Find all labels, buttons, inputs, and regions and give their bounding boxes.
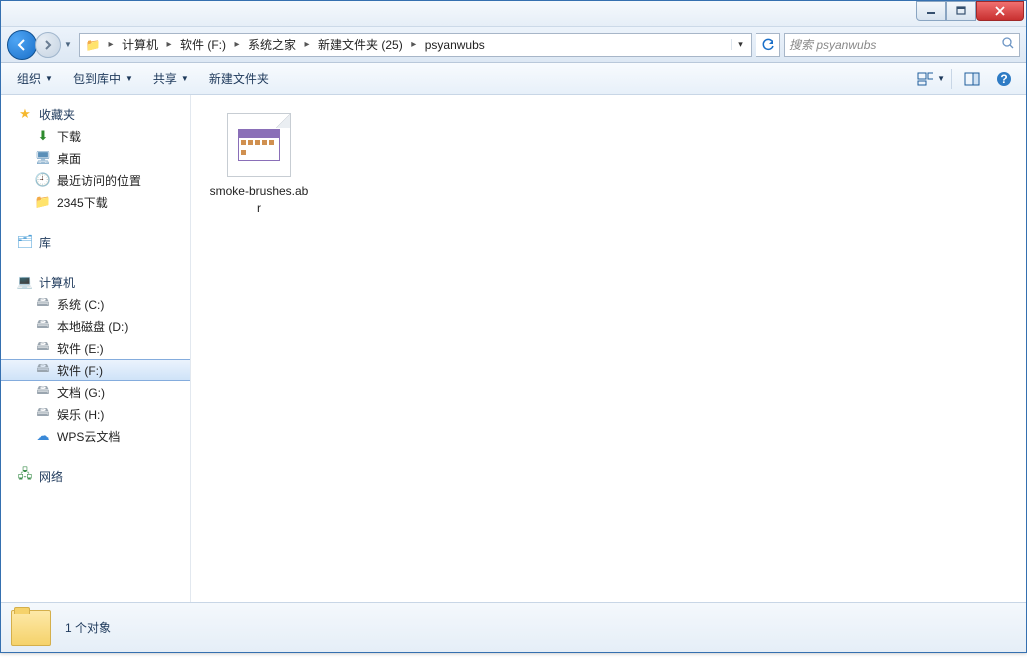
- breadcrumb-item[interactable]: 计算机: [118, 34, 162, 56]
- sidebar-item-desktop[interactable]: 🖥桌面: [1, 147, 190, 169]
- forward-button[interactable]: [35, 32, 61, 58]
- sidebar-item-drive-e[interactable]: 🖴软件 (E:): [1, 337, 190, 359]
- library-icon: 🗂: [17, 234, 33, 250]
- drive-icon: 🖴: [35, 340, 51, 356]
- download-icon: ⬇: [35, 128, 51, 144]
- chevron-right-icon[interactable]: ▸: [162, 39, 176, 50]
- drive-icon: 🖴: [35, 362, 51, 378]
- file-name: smoke-brushes.abr: [209, 183, 309, 217]
- file-icon: [227, 113, 291, 177]
- breadcrumb-item[interactable]: psyanwubs: [421, 34, 489, 56]
- cloud-icon: ☁: [35, 428, 51, 444]
- drive-icon: 🖴: [35, 384, 51, 400]
- file-list[interactable]: smoke-brushes.abr: [191, 95, 1026, 602]
- sidebar-item-drive-c[interactable]: 🖴系统 (C:): [1, 293, 190, 315]
- star-icon: ★: [17, 106, 33, 122]
- history-dropdown[interactable]: ▼: [61, 35, 75, 55]
- breadcrumb-item[interactable]: 新建文件夹 (25): [314, 34, 407, 56]
- view-options-button[interactable]: ▼: [917, 67, 945, 91]
- sidebar-network[interactable]: 🖧网络: [1, 465, 190, 487]
- close-button[interactable]: [976, 1, 1024, 21]
- new-folder-button[interactable]: 新建文件夹: [201, 67, 277, 91]
- sidebar-item-drive-f[interactable]: 🖴软件 (F:): [1, 359, 190, 381]
- breadcrumb[interactable]: 📁 ▸ 计算机 ▸ 软件 (F:) ▸ 系统之家 ▸ 新建文件夹 (25) ▸ …: [79, 33, 752, 57]
- back-button[interactable]: [7, 30, 37, 60]
- search-icon: [1001, 36, 1015, 53]
- search-input[interactable]: 搜索 psyanwubs: [784, 33, 1020, 57]
- refresh-button[interactable]: [756, 33, 780, 57]
- folder-icon: 📁: [35, 194, 51, 210]
- sidebar: ★收藏夹 ⬇下载 🖥桌面 🕘最近访问的位置 📁2345下载 🗂库 💻计算机 🖴系…: [1, 95, 191, 602]
- drive-icon: 🖴: [35, 296, 51, 312]
- status-bar: 1 个对象: [1, 602, 1026, 652]
- sidebar-item-drive-d[interactable]: 🖴本地磁盘 (D:): [1, 315, 190, 337]
- folder-icon: [11, 610, 51, 646]
- file-item[interactable]: smoke-brushes.abr: [209, 113, 309, 217]
- folder-icon: 📁: [84, 36, 102, 54]
- status-text: 1 个对象: [65, 619, 111, 636]
- network-icon: 🖧: [17, 468, 33, 484]
- toolbar: 组织▼ 包到库中▼ 共享▼ 新建文件夹 ▼ ?: [1, 63, 1026, 95]
- chevron-right-icon[interactable]: ▸: [300, 39, 314, 50]
- sidebar-item-2345[interactable]: 📁2345下载: [1, 191, 190, 213]
- svg-text:?: ?: [1000, 72, 1007, 86]
- drive-icon: 🖴: [35, 318, 51, 334]
- organize-button[interactable]: 组织▼: [9, 67, 61, 91]
- sidebar-item-downloads[interactable]: ⬇下载: [1, 125, 190, 147]
- help-button[interactable]: ?: [990, 67, 1018, 91]
- computer-icon: 💻: [17, 274, 33, 290]
- include-library-button[interactable]: 包到库中▼: [65, 67, 141, 91]
- maximize-button[interactable]: [946, 1, 976, 21]
- path-dropdown[interactable]: ▾: [731, 39, 749, 50]
- address-bar: ▼ 📁 ▸ 计算机 ▸ 软件 (F:) ▸ 系统之家 ▸ 新建文件夹 (25) …: [1, 27, 1026, 63]
- chevron-right-icon[interactable]: ▸: [407, 39, 421, 50]
- title-bar: [1, 1, 1026, 27]
- drive-icon: 🖴: [35, 406, 51, 422]
- preview-pane-button[interactable]: [958, 67, 986, 91]
- sidebar-libraries[interactable]: 🗂库: [1, 231, 190, 253]
- chevron-right-icon[interactable]: ▸: [104, 39, 118, 50]
- sidebar-item-recent[interactable]: 🕘最近访问的位置: [1, 169, 190, 191]
- sidebar-computer[interactable]: 💻计算机: [1, 271, 190, 293]
- sidebar-item-wps-cloud[interactable]: ☁WPS云文档: [1, 425, 190, 447]
- desktop-icon: 🖥: [35, 150, 51, 166]
- minimize-button[interactable]: [916, 1, 946, 21]
- breadcrumb-item[interactable]: 软件 (F:): [176, 34, 230, 56]
- breadcrumb-item[interactable]: 系统之家: [244, 34, 300, 56]
- sidebar-favorites[interactable]: ★收藏夹: [1, 103, 190, 125]
- search-placeholder: 搜索 psyanwubs: [789, 36, 1001, 53]
- chevron-right-icon[interactable]: ▸: [230, 39, 244, 50]
- sidebar-item-drive-h[interactable]: 🖴娱乐 (H:): [1, 403, 190, 425]
- recent-icon: 🕘: [35, 172, 51, 188]
- share-button[interactable]: 共享▼: [145, 67, 197, 91]
- sidebar-item-drive-g[interactable]: 🖴文档 (G:): [1, 381, 190, 403]
